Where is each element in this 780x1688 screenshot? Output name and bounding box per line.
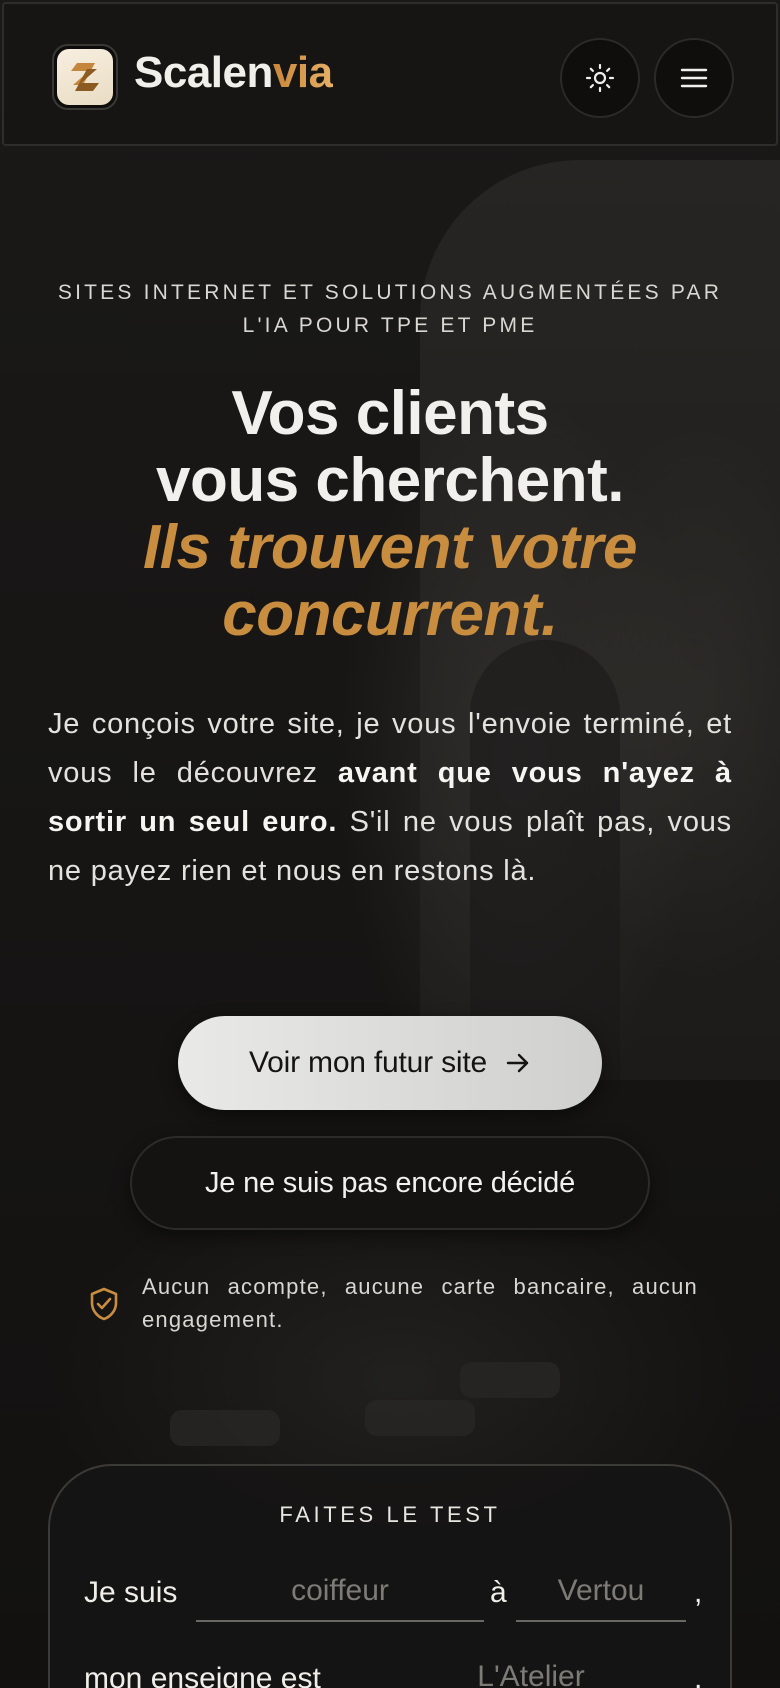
no-commitment-text: Aucun acompte, aucune carte bancaire, au… [142,1274,698,1332]
sun-icon [585,63,615,93]
site-header: Scalenvia [2,2,778,146]
headline-gold: Ils trouvent votre concurrent. [143,513,638,649]
not-decided-button[interactable]: Je ne suis pas encore décidé [130,1136,650,1230]
hamburger-menu-icon [680,68,708,88]
car-silhouette [170,1410,280,1446]
test-card: FAITES LE TEST Je suis à , mon enseigne … [48,1464,732,1688]
hero-headline: Vos clients vous cherchent. Ils trouvent… [40,380,740,648]
shield-check-icon [90,1287,118,1321]
see-future-site-button[interactable]: Voir mon futur site [178,1016,602,1110]
brand-name[interactable]: Scalenvia [134,48,333,98]
car-silhouette [460,1362,560,1398]
test-row-connector: à [490,1576,507,1609]
test-row-prefix-1: Je suis [84,1576,178,1609]
menu-button[interactable] [654,38,734,118]
business-name-input[interactable] [386,1648,676,1688]
scalenvia-logo-icon [57,49,113,105]
headline-line-1: Vos clients [231,379,549,448]
test-row-prefix-2: mon enseigne est [84,1662,321,1688]
test-title: FAITES LE TEST [279,1502,501,1527]
headline-line-2: vous cherchent. [156,446,624,515]
profession-input[interactable] [196,1562,484,1622]
arrow-right-icon [506,1053,529,1073]
test-row-comma-2: , [694,1662,703,1688]
car-silhouette [365,1400,475,1436]
hero-eyebrow: SITES INTERNET ET SOLUTIONS AUGMENTÉES P… [57,281,723,337]
test-row-comma-1: , [694,1576,703,1609]
see-future-site-label: Voir mon futur site [249,1046,487,1079]
city-input[interactable] [516,1562,686,1622]
brand-name-accent: via [272,48,333,97]
hero-lead: Je conçois votre site, je vous l'envoie … [48,700,732,896]
logo[interactable] [52,44,118,110]
no-commitment-note: Aucun acompte, aucune carte bancaire, au… [88,1270,698,1336]
not-decided-label: Je ne suis pas encore décidé [204,1166,576,1199]
theme-toggle-button[interactable] [560,38,640,118]
brand-name-main: Scalen [134,48,273,97]
